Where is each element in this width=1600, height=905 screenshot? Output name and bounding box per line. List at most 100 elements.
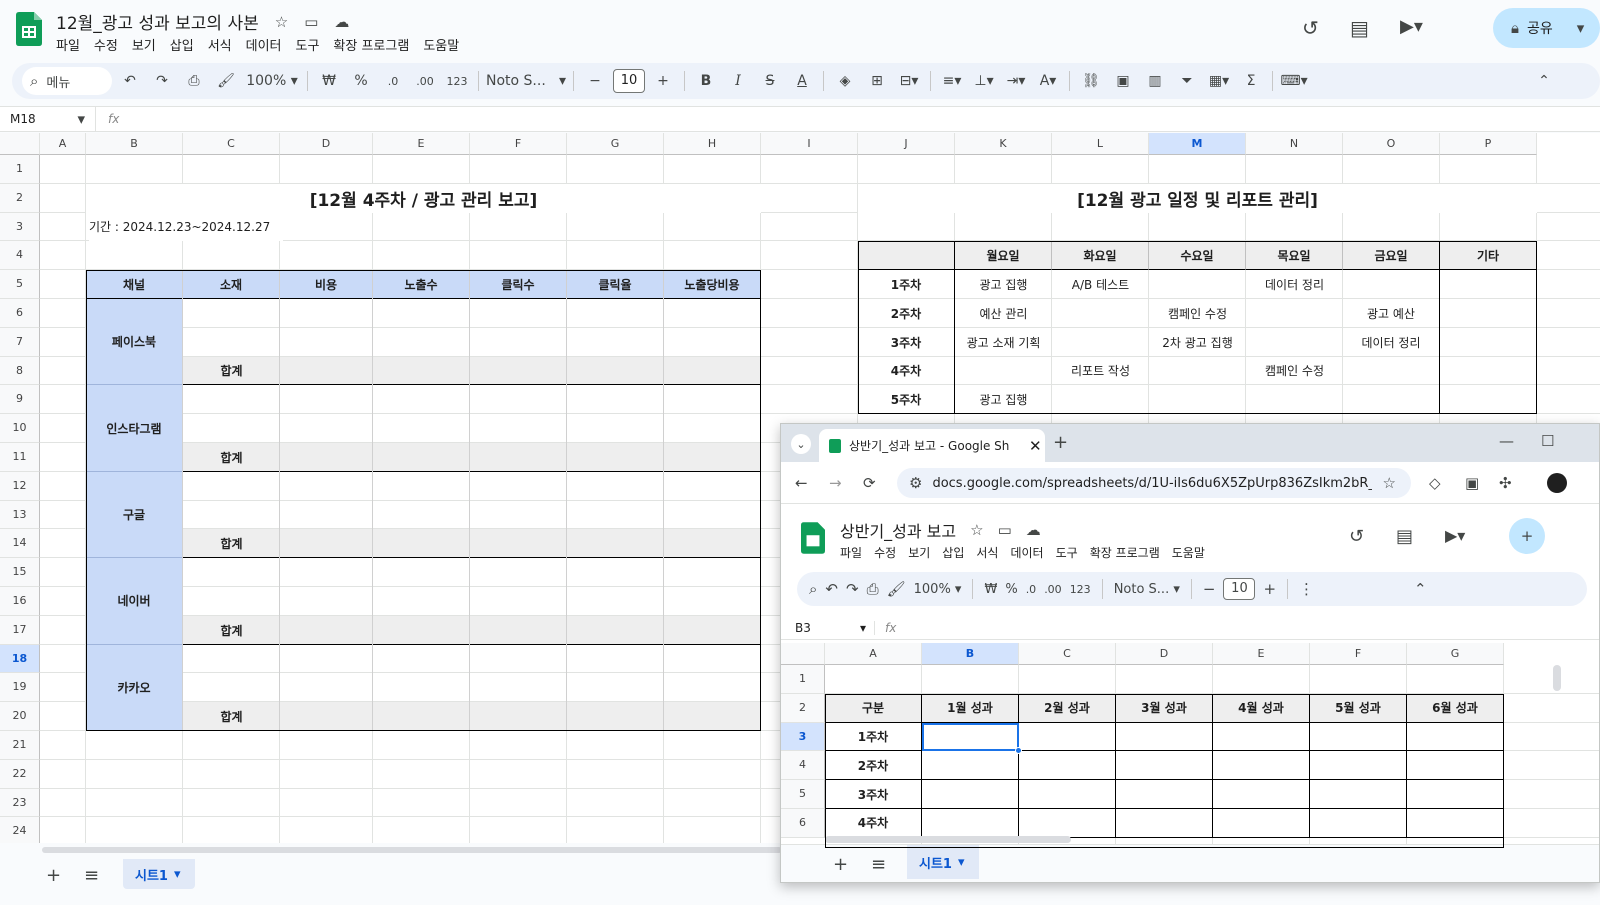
column-header[interactable]: P [1440,133,1537,155]
row-header[interactable]: 10 [0,414,40,443]
column-header[interactable]: O [1343,133,1440,155]
menu-edit[interactable]: 수정 [874,544,896,561]
bookmark-star-icon[interactable]: ☆ [1382,474,1395,492]
schedule-cell[interactable]: 광고 예산 [1343,299,1440,328]
document-title[interactable]: 상반기_성과 보고 [840,518,956,542]
row-header[interactable]: 21 [0,731,40,760]
row-header[interactable]: 5 [0,270,40,299]
column-header[interactable]: F [1310,643,1407,665]
cloud-status-icon[interactable]: ☁ [334,13,349,31]
schedule-week-cell[interactable]: 3주차 [858,327,955,357]
selected-cell[interactable] [922,722,1019,752]
schedule-cell[interactable] [1149,270,1246,299]
performance-cell[interactable] [922,751,1019,781]
decrease-decimal-button[interactable]: .0 [1026,583,1037,596]
schedule-header-cell[interactable]: 기타 [1440,241,1537,271]
column-header[interactable]: C [1019,643,1116,665]
row-header[interactable]: 2 [781,693,825,723]
report-header-cell[interactable]: 노출수 [373,270,470,299]
row-header[interactable]: 12 [0,471,40,501]
row-header[interactable]: 7 [0,327,40,357]
paint-format-icon[interactable]: 🖌︎ [212,67,240,95]
menu-extensions[interactable]: 확장 프로그램 [333,35,409,54]
row-header[interactable]: 14 [0,529,40,559]
schedule-cell[interactable] [1343,385,1440,415]
fill-color-icon[interactable]: ◈ [831,67,859,95]
maximize-icon[interactable]: ☐ [1541,432,1554,450]
formula-input[interactable] [127,109,1600,129]
print-icon[interactable]: ⎙ [180,67,208,95]
share-person-icon[interactable]: + [1509,518,1545,554]
channel-cell[interactable]: 네이버 [86,558,183,645]
text-color-icon[interactable]: A [788,67,816,95]
menu-view[interactable]: 보기 [908,544,930,561]
row-header[interactable]: 15 [0,558,40,587]
close-tab-icon[interactable]: ✕ [1029,437,1042,455]
redo-icon[interactable]: ↷ [148,67,176,95]
menu-data[interactable]: 데이터 [1010,544,1043,561]
schedule-cell[interactable] [1440,357,1537,386]
performance-cell[interactable] [1213,722,1310,752]
performance-cell[interactable] [1019,751,1116,781]
schedule-cell[interactable] [1440,385,1537,414]
vertical-scrollbar[interactable] [1553,665,1561,691]
tab-search-icon[interactable]: ⌄ [791,434,811,454]
schedule-cell[interactable]: A/B 테스트 [1052,270,1149,299]
redo-icon[interactable]: ↷ [846,580,859,598]
report-header-cell[interactable]: 소재 [183,270,280,299]
performance-cell[interactable] [1407,809,1504,838]
star-icon[interactable]: ☆ [970,521,983,539]
schedule-cell[interactable] [1052,328,1149,357]
schedule-title[interactable]: [12월 광고 일정 및 리포트 관리] [858,183,1537,213]
comments-icon[interactable]: ▤ [1350,16,1369,40]
week-cell[interactable]: 2주차 [825,751,922,781]
row-header[interactable]: 11 [0,443,40,472]
row-header[interactable]: 2 [0,183,40,213]
row-header[interactable]: 9 [0,385,40,415]
performance-cell[interactable] [1310,751,1407,781]
document-title[interactable]: 12월_광고 성과 보고의 사본 [56,9,259,34]
performance-header-cell[interactable]: 구분 [825,693,922,723]
site-info-icon[interactable]: ⚙ [909,474,922,492]
column-header[interactable]: B [922,643,1019,665]
menu-file[interactable]: 파일 [56,35,80,54]
spreadsheet-grid[interactable]: A B C D E F G 1 2 3 4 5 6 구분 1월 성과 2월 성과 3월 성과 4월 성과 5월 성과… [781,643,1599,855]
report-header-cell[interactable]: 클릭율 [567,270,664,299]
total-label[interactable]: 합계 [183,357,280,386]
schedule-cell[interactable]: 데이터 정리 [1343,327,1440,357]
font-select[interactable]: Noto S... ▾ [1114,582,1180,597]
meet-icon[interactable]: ▶▾ [1400,16,1423,37]
print-icon[interactable]: ⎙ [867,580,879,598]
performance-header-cell[interactable]: 3월 성과 [1116,693,1213,723]
insert-chart-icon[interactable]: ▥ [1141,67,1169,95]
channel-cell[interactable]: 인스타그램 [86,385,183,472]
row-header[interactable]: 18 [0,644,40,674]
row-header[interactable]: 22 [0,759,40,789]
comments-icon[interactable]: ▤ [1396,526,1413,547]
insert-link-icon[interactable]: ⛓︎ [1077,67,1105,95]
column-header[interactable]: A [40,133,86,155]
schedule-cell[interactable]: 광고 집행 [955,270,1052,299]
version-history-icon[interactable]: ↺ [1302,16,1319,40]
row-header[interactable]: 8 [0,356,40,386]
horizontal-scrollbar[interactable] [825,836,1071,843]
menu-data[interactable]: 데이터 [246,35,282,54]
move-folder-icon[interactable]: ▭ [998,521,1012,539]
menu-format[interactable]: 서식 [976,544,998,561]
performance-cell[interactable] [1407,722,1504,752]
schedule-cell[interactable] [1246,328,1343,357]
schedule-cell[interactable]: 예산 관리 [955,299,1052,328]
schedule-cell[interactable]: 데이터 정리 [1246,270,1343,299]
star-icon[interactable]: ☆ [275,13,288,31]
schedule-week-cell[interactable]: 5주차 [858,385,955,415]
schedule-cell[interactable] [1440,328,1537,357]
week-cell[interactable]: 1주차 [825,722,922,752]
collapse-toolbar-icon[interactable]: ⌃ [1530,67,1558,95]
row-header[interactable]: 3 [781,722,825,752]
meet-icon[interactable]: ▶▾ [1445,526,1465,545]
week-cell[interactable]: 4주차 [825,809,922,838]
font-size-input[interactable]: 10 [1223,578,1256,600]
schedule-week-cell[interactable]: 1주차 [858,270,955,299]
schedule-cell[interactable]: 캠페인 수정 [1246,357,1343,386]
schedule-cell[interactable] [1052,299,1149,328]
